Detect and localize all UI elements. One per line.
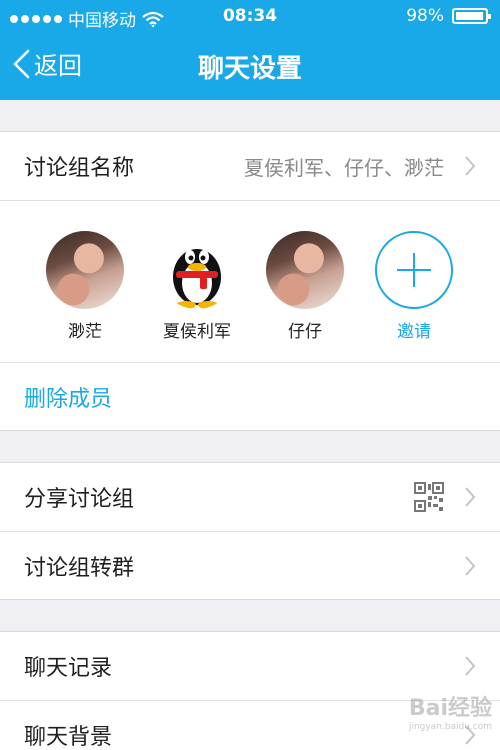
chevron-right-icon [465, 555, 476, 576]
delete-members-button[interactable]: 删除成员 [0, 362, 500, 430]
watermark-text: Bai经验 [408, 696, 492, 721]
chat-background-label: 聊天背景 [24, 724, 113, 750]
member-name: 夏侯利军 [163, 322, 231, 342]
chevron-right-icon [465, 156, 476, 176]
avatar [46, 231, 124, 309]
watermark-url: jingyan.baidu.com [408, 722, 492, 732]
share-group-row[interactable]: 分享讨论组 [0, 463, 500, 531]
plus-icon [375, 231, 453, 309]
invite-label: 邀请 [397, 322, 431, 342]
watermark: Bai经验 jingyan.baidu.com [409, 690, 492, 732]
chat-history-label: 聊天记录 [24, 656, 113, 681]
group-actions-section: 分享讨论组 讨论组转群 [0, 462, 500, 600]
member-item[interactable]: 夏侯利军 [152, 231, 242, 342]
chevron-right-icon [465, 656, 476, 676]
battery-percent: 98% [406, 6, 444, 26]
group-name-value: 夏侯利军、仔仔、渺茫 [244, 155, 444, 180]
convert-group-row[interactable]: 讨论组转群 [0, 531, 500, 599]
status-right: 98% [406, 6, 491, 26]
nav-bar: 返回 聊天设置 [0, 40, 500, 94]
convert-group-label: 讨论组转群 [24, 555, 135, 581]
member-name: 仔仔 [288, 322, 322, 342]
status-bar: 中国移动 08:34 98% [0, 0, 500, 34]
page-title: 聊天设置 [197, 54, 302, 84]
member-name: 渺茫 [68, 322, 102, 342]
penguin-avatar-icon [173, 249, 221, 309]
chevron-right-icon [465, 487, 476, 507]
avatar [266, 231, 344, 309]
battery-icon [452, 8, 491, 24]
group-info-section: 讨论组名称 夏侯利军、仔仔、渺茫 渺茫 夏侯利军 仔仔 邀请 删除成员 [0, 131, 500, 431]
share-group-label: 分享讨论组 [24, 487, 135, 512]
member-list: 渺茫 夏侯利军 仔仔 邀请 [0, 200, 500, 362]
header: 中国移动 08:34 98% 返回 聊天设置 [0, 0, 500, 100]
qr-code-icon [414, 482, 444, 512]
member-item[interactable]: 仔仔 [260, 231, 350, 342]
group-name-row[interactable]: 讨论组名称 夏侯利军、仔仔、渺茫 [0, 132, 500, 200]
member-item[interactable]: 渺茫 [40, 231, 130, 342]
group-name-label: 讨论组名称 [24, 156, 135, 181]
avatar [158, 231, 236, 309]
invite-button[interactable]: 邀请 [369, 231, 459, 342]
